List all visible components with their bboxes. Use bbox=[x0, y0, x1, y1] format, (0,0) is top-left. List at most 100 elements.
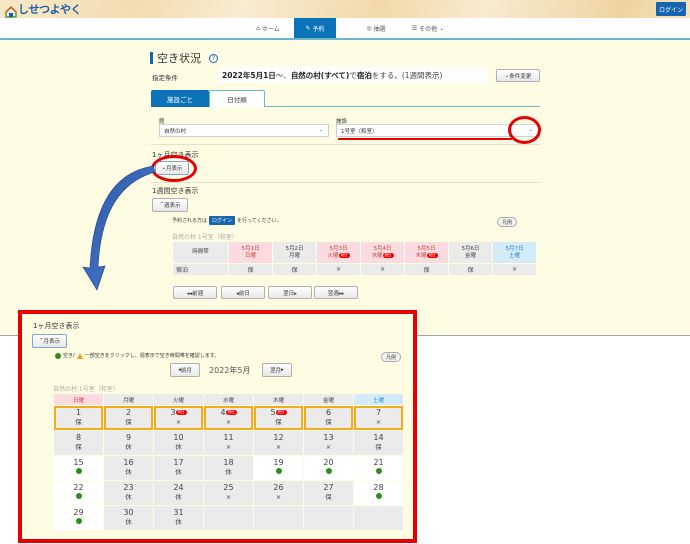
day-number: 17 bbox=[173, 458, 184, 467]
available-dot-icon bbox=[75, 493, 82, 499]
day-status: 保 bbox=[275, 418, 282, 426]
nav-more[interactable]: ☰ その他 ⌄ bbox=[408, 18, 448, 38]
week-slot-cell[interactable]: × bbox=[361, 264, 404, 275]
calendar-day-cell[interactable]: 22 bbox=[54, 481, 103, 505]
available-dot-icon bbox=[75, 518, 82, 524]
calendar-day-cell[interactable]: 16 休 bbox=[104, 456, 153, 480]
day-status: × bbox=[275, 443, 282, 451]
login-note-post: を行ってください。 bbox=[237, 218, 282, 224]
chevron-down-icon: ⌄ bbox=[439, 24, 445, 32]
calendar-day-cell[interactable]: 4 祝日 × bbox=[204, 406, 253, 430]
tab-by-facility[interactable]: 施設ごと bbox=[151, 90, 209, 107]
day-number: 8 bbox=[75, 433, 82, 442]
calendar-day-cell[interactable]: 6保 bbox=[304, 406, 353, 430]
available-dot-icon bbox=[354, 492, 403, 502]
next-week-button[interactable]: 翌週▸▸ bbox=[314, 286, 358, 299]
prev-month-button[interactable]: ◂ 前月 bbox=[170, 363, 200, 377]
calendar-day-cell[interactable]: 17 休 bbox=[154, 456, 203, 480]
week-day-header: 5月7日 土曜 bbox=[493, 242, 536, 263]
calendar-day-cell[interactable]: 10 休 bbox=[154, 431, 203, 455]
calendar-day-cell[interactable]: 9休 bbox=[104, 431, 153, 455]
calendar-day-cell[interactable]: 24 休 bbox=[154, 481, 203, 505]
page-title: 空き状況 bbox=[157, 52, 201, 65]
calendar-day-cell[interactable]: 25 × bbox=[204, 481, 253, 505]
month-facility-name: 自然の村 1号室（和室） bbox=[53, 386, 119, 393]
next-month-button[interactable]: 翌月 ▸ bbox=[262, 363, 292, 377]
help-icon[interactable]: ? bbox=[209, 53, 218, 63]
day-status: × bbox=[175, 418, 182, 426]
week-day-header: 5月1日 日曜 bbox=[229, 242, 272, 263]
week-slot-cell[interactable]: 保 bbox=[405, 264, 448, 275]
day-status: 休 bbox=[225, 468, 232, 476]
day-number: 12 bbox=[273, 433, 284, 442]
week-slot-cell[interactable]: 保 bbox=[229, 264, 272, 275]
calendar-day-cell[interactable]: 3 祝日 × bbox=[154, 406, 203, 430]
calendar-day-cell[interactable]: 19 bbox=[254, 456, 303, 480]
tab-by-date[interactable]: 日付順 bbox=[209, 90, 265, 107]
month-legend-button[interactable]: 凡例 bbox=[381, 352, 401, 362]
day-status: 休 bbox=[125, 468, 132, 476]
change-conditions-label: 条件変更 bbox=[509, 73, 532, 80]
week-slot-cell[interactable]: × bbox=[317, 264, 360, 275]
calendar-day-cell[interactable]: 30 休 bbox=[104, 506, 153, 530]
calendar-day-cell[interactable]: 28 bbox=[354, 481, 403, 505]
calendar-day-cell[interactable]: 11 × bbox=[204, 431, 253, 455]
prev-week-button[interactable]: ◂◂前週 bbox=[173, 286, 217, 299]
calendar-day-cell[interactable]: 18 休 bbox=[204, 456, 253, 480]
condition-date: 2022年5月1日 bbox=[222, 70, 276, 80]
calendar-day-cell[interactable]: 2保 bbox=[104, 406, 153, 430]
nav-reservation[interactable]: ✎ 予約 bbox=[294, 18, 336, 38]
nav-more-label: その他 bbox=[419, 25, 438, 33]
day-number: 21 bbox=[373, 458, 384, 467]
month-panel-toggle-button[interactable]: ⌃ 月表示 bbox=[32, 334, 67, 348]
calendar-day-cell[interactable]: 12 × bbox=[254, 431, 303, 455]
calendar-day-cell[interactable]: 26 × bbox=[254, 481, 303, 505]
home-icon: ⌂ bbox=[256, 24, 260, 32]
calendar-day-cell[interactable]: 29 bbox=[54, 506, 103, 530]
calendar-empty-cell bbox=[354, 506, 403, 530]
prev-day-button[interactable]: ◂前日 bbox=[221, 286, 265, 299]
day-number: 11 bbox=[223, 433, 234, 442]
nav-lottery[interactable]: ◎ 抽選 bbox=[360, 18, 392, 38]
calendar-day-cell[interactable]: 8保 bbox=[54, 431, 103, 455]
day-dow: 木曜 bbox=[415, 252, 427, 259]
day-status: 休 bbox=[175, 493, 182, 501]
calendar-day-cell[interactable]: 13 × bbox=[304, 431, 353, 455]
next-day-button[interactable]: 翌日▸ bbox=[268, 286, 312, 299]
note-rest-text: 一部空きをクリックし、週表示で空き時間帯を確認します。 bbox=[84, 353, 220, 359]
calendar-day-cell[interactable]: 14 保 bbox=[354, 431, 403, 455]
calendar-day-cell[interactable]: 20 bbox=[304, 456, 353, 480]
prev-month-label: 前月 bbox=[180, 368, 192, 374]
login-button[interactable]: ログイン bbox=[656, 2, 686, 16]
available-dot-icon bbox=[304, 467, 353, 477]
week-slot-cell[interactable]: 保 bbox=[449, 264, 492, 275]
calendar-day-cell[interactable]: 5 祝日保 bbox=[254, 406, 303, 430]
week-day-header: 5月3日 火曜 祝日 bbox=[317, 242, 360, 263]
login-inline-button[interactable]: ログイン bbox=[209, 216, 236, 225]
week-slot-cell[interactable]: × bbox=[493, 264, 536, 275]
day-dow: 日曜 bbox=[244, 252, 256, 259]
hall-select[interactable]: 自然の村 ⌄ bbox=[159, 124, 329, 137]
day-status: 保 bbox=[325, 418, 332, 426]
day-date: 5月6日 bbox=[461, 245, 480, 252]
week-slot-cell[interactable]: 保 bbox=[273, 264, 316, 275]
day-number-text: 5 bbox=[270, 408, 276, 417]
nav-home[interactable]: ⌂ ホーム bbox=[250, 18, 286, 38]
day-number: 24 bbox=[173, 483, 184, 492]
calendar-day-cell[interactable]: 23 休 bbox=[104, 481, 153, 505]
legend-button[interactable]: 凡例 bbox=[497, 217, 517, 227]
calendar-day-cell[interactable]: 1保 bbox=[54, 406, 103, 430]
calendar-day-cell[interactable]: 15 bbox=[54, 456, 103, 480]
available-dot-icon bbox=[54, 492, 103, 502]
day-number: 29 bbox=[73, 508, 84, 517]
day-status: 保 bbox=[125, 418, 132, 426]
day-status: 保 bbox=[75, 443, 82, 451]
site-logo[interactable]: しせつよやく bbox=[5, 2, 82, 18]
day-status: 休 bbox=[175, 443, 182, 451]
calendar-day-cell[interactable]: 31 休 bbox=[154, 506, 203, 530]
calendar-day-cell[interactable]: 21 bbox=[354, 456, 403, 480]
calendar-day-cell[interactable]: 27 保 bbox=[304, 481, 353, 505]
change-conditions-button[interactable]: ⌄ 条件変更 bbox=[496, 69, 540, 82]
time-slot-label: 宿泊 bbox=[173, 264, 228, 275]
calendar-day-cell[interactable]: 7 × bbox=[354, 406, 403, 430]
